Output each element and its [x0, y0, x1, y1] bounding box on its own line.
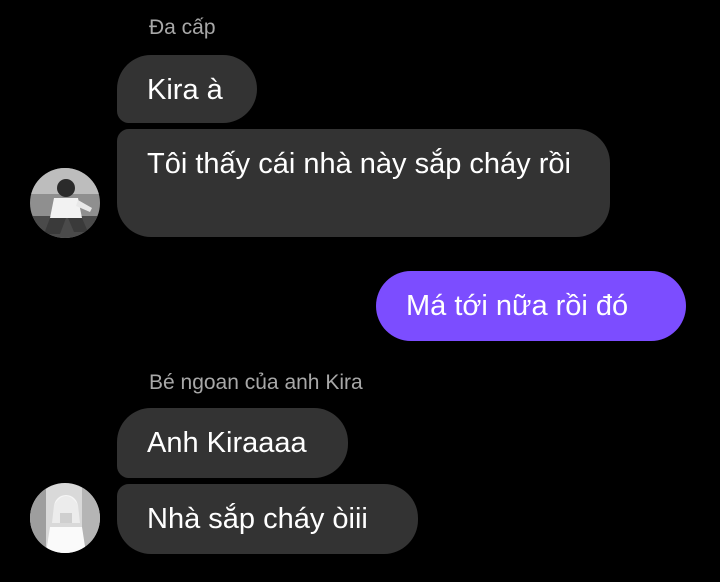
sender-avatar[interactable]	[30, 483, 100, 553]
message-bubble-incoming[interactable]: Anh Kiraaaa	[117, 408, 348, 478]
message-bubble-outgoing[interactable]: Má tới nữa rồi đó	[376, 271, 686, 341]
avatar-photo-2-icon	[30, 483, 100, 553]
message-bubble-incoming[interactable]: Tôi thấy cái nhà này sắp cháy rồi	[117, 129, 610, 237]
message-text: Tôi thấy cái nhà này sắp cháy rồi	[147, 148, 571, 180]
message-text: Kira à	[147, 74, 223, 106]
message-text: Nhà sắp cháy òiii	[147, 503, 368, 535]
message-bubble-incoming[interactable]: Kira à	[117, 55, 257, 123]
message-text: Má tới nữa rồi đó	[406, 290, 629, 322]
sender-name: Đa cấp	[149, 16, 216, 39]
sender-avatar[interactable]	[30, 168, 100, 238]
message-bubble-incoming[interactable]: Nhà sắp cháy òiii	[117, 484, 418, 554]
avatar-photo-1-icon	[30, 168, 100, 238]
message-text: Anh Kiraaaa	[147, 427, 307, 459]
sender-name: Bé ngoan của anh Kira	[149, 371, 363, 394]
